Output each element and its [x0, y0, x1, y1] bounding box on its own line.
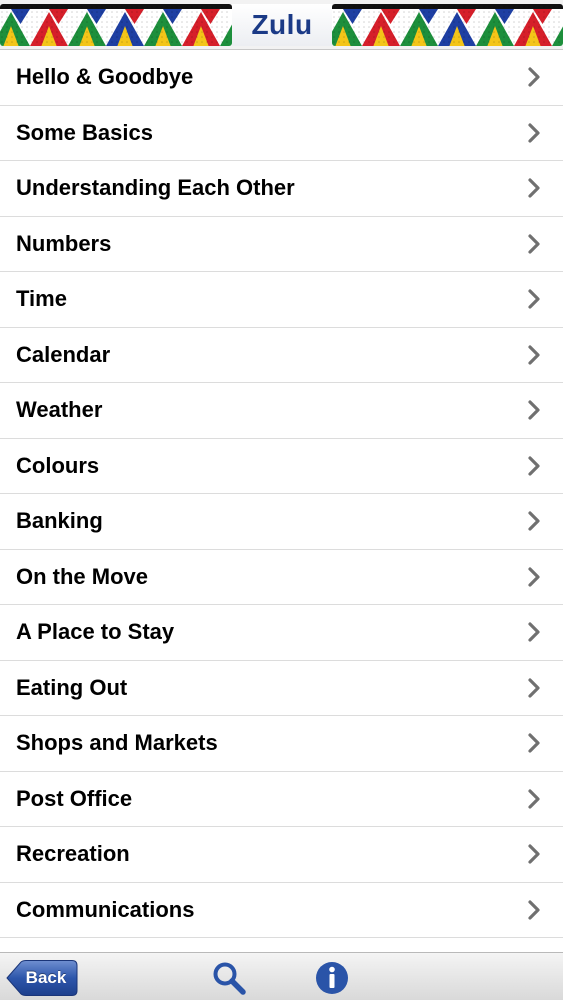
- list-item-label: On the Move: [16, 563, 149, 589]
- chevron-right-icon: [528, 234, 540, 254]
- bead-pattern-graphic: [332, 4, 563, 46]
- list-item-label: Recreation: [16, 841, 130, 867]
- list-item-label: Time: [16, 286, 67, 312]
- list-item-label: Some Basics: [16, 119, 153, 145]
- chevron-right-icon: [528, 123, 540, 143]
- back-button-label: Back: [25, 968, 67, 987]
- bead-pattern-left: [0, 4, 232, 46]
- list-item-label: Colours: [16, 452, 100, 478]
- list-item-label: Banking: [16, 508, 103, 534]
- chevron-right-icon: [528, 733, 540, 753]
- list-item-post-office[interactable]: Post Office: [0, 771, 563, 827]
- list-item-numbers[interactable]: Numbers: [0, 216, 563, 272]
- title-box: Zulu: [232, 4, 332, 46]
- chevron-right-icon: [528, 900, 540, 920]
- list-item-time[interactable]: Time: [0, 272, 563, 328]
- list-item-label: Post Office: [16, 785, 133, 811]
- list-item-shops-and-markets[interactable]: Shops and Markets: [0, 716, 563, 772]
- list-item-recreation[interactable]: Recreation: [0, 827, 563, 883]
- list-item-label: Weather: [16, 397, 103, 423]
- chevron-right-icon: [528, 456, 540, 476]
- page-title: Zulu: [251, 9, 313, 40]
- chevron-right-icon: [528, 289, 540, 309]
- list-item-banking[interactable]: Banking: [0, 494, 563, 550]
- info-icon[interactable]: [314, 960, 350, 996]
- list-item-label: Hello & Goodbye: [16, 64, 194, 90]
- list-item-label: Numbers: [16, 230, 112, 256]
- list-item-calendar[interactable]: Calendar: [0, 327, 563, 383]
- list-item-hello-goodbye[interactable]: Hello & Goodbye: [0, 50, 563, 106]
- list-item-label: Eating Out: [16, 674, 128, 700]
- chevron-right-icon: [528, 345, 540, 365]
- chevron-right-icon: [528, 622, 540, 642]
- chevron-right-icon: [528, 789, 540, 809]
- chevron-right-icon: [528, 567, 540, 587]
- bead-pattern-right: [332, 4, 563, 46]
- list-item-communications[interactable]: Communications: [0, 882, 563, 938]
- list-item-label: Communications: [16, 896, 195, 922]
- navigation-header: Zulu: [0, 0, 563, 50]
- chevron-right-icon: [528, 400, 540, 420]
- chevron-right-icon: [528, 844, 540, 864]
- list-item-label: A Place to Stay: [16, 619, 175, 645]
- list-item-some-basics[interactable]: Some Basics: [0, 105, 563, 161]
- list-item-understanding-each-other[interactable]: Understanding Each Other: [0, 161, 563, 217]
- chevron-right-icon: [528, 678, 540, 698]
- chevron-right-icon: [528, 67, 540, 87]
- list-item-label: Calendar: [16, 341, 111, 367]
- list-item-label: Shops and Markets: [16, 730, 218, 756]
- back-button[interactable]: Back: [6, 960, 78, 996]
- list-item-eating-out[interactable]: Eating Out: [0, 660, 563, 716]
- search-icon[interactable]: [211, 960, 247, 996]
- chevron-right-icon: [528, 178, 540, 198]
- topic-list: Hello & Goodbye Some Basics Understandin…: [0, 50, 563, 938]
- list-item-colours[interactable]: Colours: [0, 438, 563, 494]
- chevron-right-icon: [528, 511, 540, 531]
- bead-pattern-graphic: [0, 4, 232, 46]
- list-item-weather[interactable]: Weather: [0, 383, 563, 439]
- list-item-label: Understanding Each Other: [16, 175, 295, 201]
- list-item-on-the-move[interactable]: On the Move: [0, 549, 563, 605]
- list-item-a-place-to-stay[interactable]: A Place to Stay: [0, 605, 563, 661]
- bottom-toolbar: Back: [0, 952, 563, 1000]
